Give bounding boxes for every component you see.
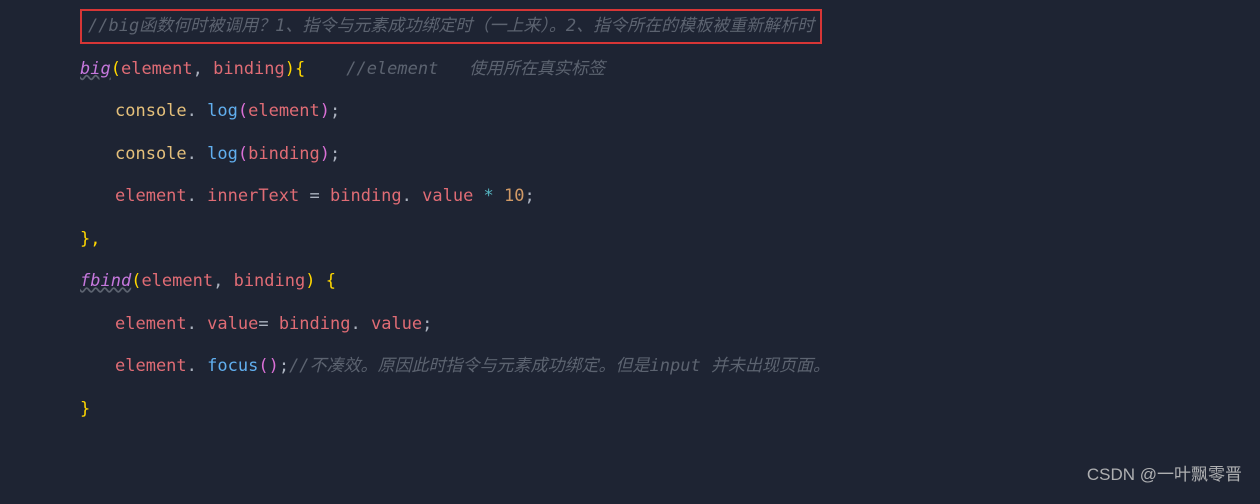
inline-comment-2: //不凑效。原因此时指令与元素成功绑定。但是input 并未出现页面。 <box>289 356 830 376</box>
code-line-3: console. log(element); <box>80 90 1260 133</box>
code-line-1: //big函数何时被调用？1、指令与元素成功绑定时（一上来）。2、指令所在的模板… <box>80 5 1260 48</box>
highlighted-comment: //big函数何时被调用？1、指令与元素成功绑定时（一上来）。2、指令所在的模板… <box>80 9 822 44</box>
code-line-2: big(element, binding){ //element 使用所在真实标… <box>80 48 1260 91</box>
code-line-10: } <box>80 388 1260 431</box>
inline-comment: //element 使用所在真实标签 <box>346 59 605 79</box>
code-line-8: element. value= binding. value; <box>80 303 1260 346</box>
function-big: big <box>80 59 111 79</box>
watermark-text: CSDN @一叶飘零晋 <box>1087 454 1242 497</box>
code-line-5: element. innerText = binding. value * 10… <box>80 175 1260 218</box>
code-line-4: console. log(binding); <box>80 133 1260 176</box>
function-fbind: fbind <box>80 271 131 291</box>
code-line-9: element. focus();//不凑效。原因此时指令与元素成功绑定。但是i… <box>80 345 1260 388</box>
code-line-6: }, <box>80 218 1260 261</box>
code-line-7: fbind(element, binding) { <box>80 260 1260 303</box>
